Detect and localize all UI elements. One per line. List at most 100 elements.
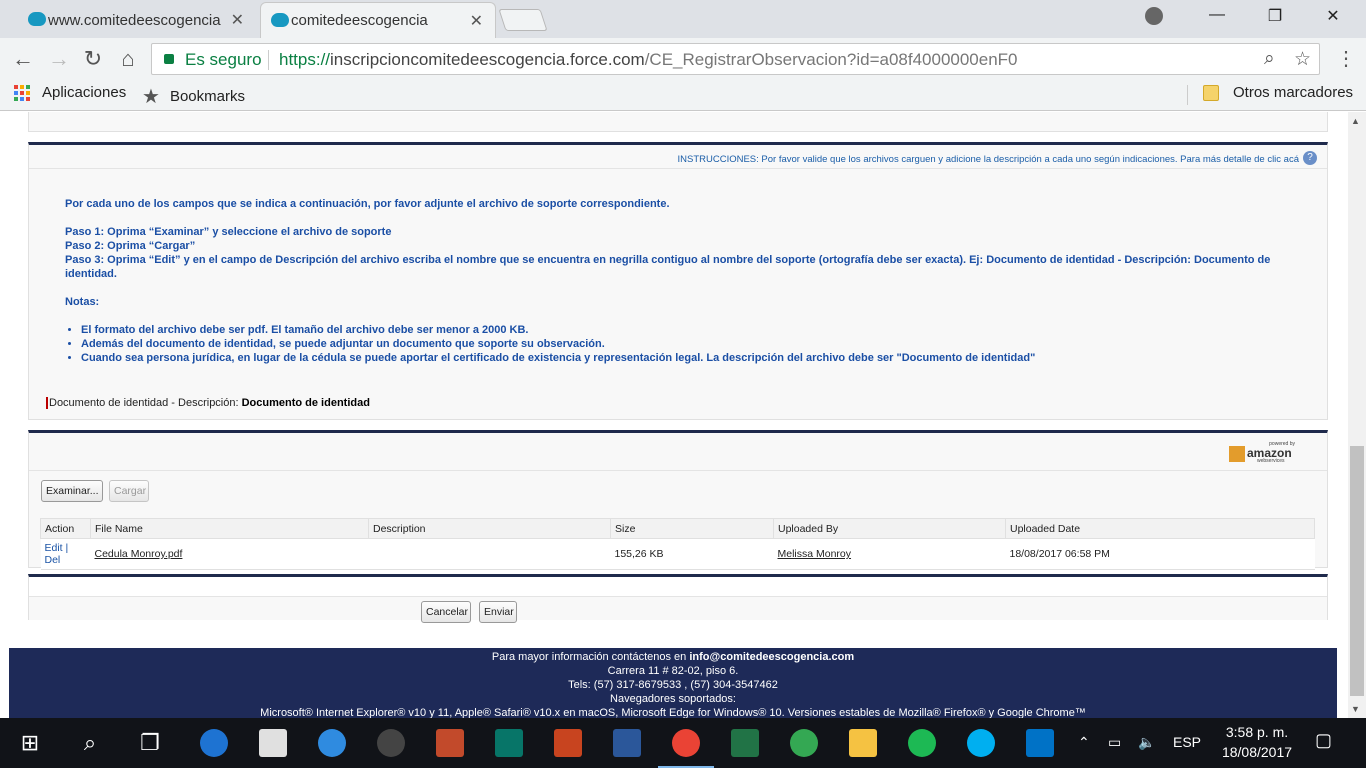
chevron-up-icon[interactable]: ⌃	[1078, 734, 1090, 751]
aws-webservices: webservices	[1257, 458, 1285, 464]
actions-panel: Cancelar Enviar	[28, 574, 1328, 623]
outlook-icon[interactable]	[1026, 729, 1054, 757]
profile-icon[interactable]	[1145, 7, 1163, 25]
language-indicator[interactable]: ESP	[1173, 734, 1201, 750]
column-header: Size	[610, 518, 774, 539]
windows-start-icon[interactable]: ⊞	[16, 729, 44, 757]
column-header: Uploaded Date	[1005, 518, 1315, 539]
bookmark-apps[interactable]: Aplicaciones	[14, 84, 126, 101]
back-icon[interactable]: ←	[10, 46, 36, 72]
skype-icon[interactable]	[967, 729, 995, 757]
bookmarks-bar: Aplicaciones ★ Bookmarks Otros marcadore…	[0, 80, 1366, 111]
notes-list: El formato del archivo debe ser pdf. El …	[81, 323, 1285, 365]
edit-link[interactable]: Edit	[45, 542, 63, 554]
document-label-prefix: Documento de identidad - Descripción:	[49, 397, 242, 409]
forward-icon[interactable]: →	[46, 46, 72, 72]
menu-icon[interactable]: ⋮	[1336, 46, 1356, 71]
tab-comitedeescogencia[interactable]: comitedeescogencia ✕	[260, 2, 496, 38]
aws-logo: powered by amazon webservices	[1229, 441, 1295, 465]
upload-button[interactable]: Cargar	[109, 480, 149, 502]
url-host: inscripcioncomitedeescogencia.force.com	[330, 50, 645, 69]
bookmark-bookmarks[interactable]: ★ Bookmarks	[142, 84, 245, 109]
edge-icon[interactable]	[200, 729, 228, 757]
network-icon[interactable]: ▭	[1108, 734, 1121, 751]
reload-icon[interactable]: ↻	[80, 46, 106, 72]
instructions-body: Por cada uno de los campos que se indica…	[65, 197, 1285, 365]
scroll-up-icon[interactable]: ▲	[1351, 116, 1360, 126]
paint-app-icon[interactable]	[436, 729, 464, 757]
table-header-row: Action File Name Description Size Upload…	[40, 518, 1315, 539]
home-icon[interactable]: ⌂	[115, 46, 141, 72]
volume-icon[interactable]: 🔈	[1138, 734, 1155, 751]
instructions-panel: INSTRUCCIONES: Por favor valide que los …	[28, 142, 1328, 420]
upload-panel: powered by amazon webservices Examinar..…	[28, 430, 1328, 570]
bookmark-label: Bookmarks	[169, 88, 245, 105]
close-icon[interactable]: ✕	[231, 10, 244, 30]
powerpoint-icon[interactable]	[554, 729, 582, 757]
help-icon[interactable]: ?	[1303, 151, 1317, 165]
uploaded-date: 18/08/2017 06:58 PM	[1005, 538, 1315, 570]
note-item: Cuando sea persona jurídica, en lugar de…	[81, 351, 1285, 365]
minimize-icon[interactable]: —	[1202, 6, 1232, 24]
footer-address: Carrera 11 # 82-02, piso 6.	[607, 665, 739, 677]
salesforce-cloud-icon	[271, 13, 289, 27]
top-panel-remnant	[28, 112, 1328, 132]
footer-email[interactable]: info@comitedeescogencia.com	[689, 651, 854, 663]
instructions-intro: Por cada uno de los campos que se indica…	[65, 198, 670, 210]
url-path: /CE_RegistrarObservacion?id=a08f4000000e…	[644, 50, 1018, 69]
instructions-header: INSTRUCCIONES: Por favor valide que los …	[29, 145, 1327, 169]
media-app-icon[interactable]	[377, 729, 405, 757]
spotify-icon[interactable]	[908, 729, 936, 757]
star-icon[interactable]: ☆	[1294, 48, 1311, 71]
action-separator: |	[62, 542, 69, 554]
column-header: File Name	[90, 518, 369, 539]
word-icon[interactable]	[613, 729, 641, 757]
window-close-icon[interactable]: ✕	[1318, 6, 1348, 26]
notifications-icon[interactable]: ▢	[1315, 730, 1332, 751]
task-view-icon[interactable]: ❐	[136, 729, 164, 757]
file-explorer-icon[interactable]	[849, 729, 877, 757]
url-text[interactable]: https://inscripcioncomitedeescogencia.fo…	[279, 50, 1018, 70]
tab-comitedeescogencia-www[interactable]: www.comitedeescogencia ✕	[18, 2, 256, 38]
browser-toolbar: ← → ↻ ⌂ Es seguro https://inscripcioncom…	[0, 38, 1366, 80]
project-icon[interactable]	[495, 729, 523, 757]
step-2: Paso 2: Oprima “Cargar”	[65, 240, 196, 252]
file-name-link[interactable]: Cedula Monroy.pdf	[95, 548, 183, 560]
bookmark-others[interactable]: Otros marcadores	[1203, 84, 1353, 101]
new-tab-button[interactable]	[498, 9, 548, 31]
store-icon[interactable]	[259, 729, 287, 757]
close-icon[interactable]: ✕	[470, 11, 483, 31]
file-description	[368, 538, 611, 570]
notes-title: Notas:	[65, 296, 100, 308]
tab-strip: www.comitedeescogencia ✕ comitedeescogen…	[0, 0, 1366, 38]
cancel-button[interactable]: Cancelar	[421, 601, 471, 623]
step-1: Paso 1: Oprima “Examinar” y seleccione e…	[65, 226, 392, 238]
windows-taskbar: ⊞ ⌕ ❐ ⌃ ▭ 🔈 ESP 3:58 p. m. 18/08/2017 ▢	[0, 718, 1366, 768]
clock[interactable]: 3:58 p. m. 18/08/2017	[1212, 722, 1302, 762]
aws-cube-icon	[1229, 446, 1245, 462]
uploaded-by-link[interactable]: Melissa Monroy	[778, 548, 852, 560]
delete-link[interactable]: Del	[45, 554, 61, 566]
send-button[interactable]: Enviar	[479, 601, 517, 623]
browse-button[interactable]: Examinar...	[41, 480, 103, 502]
note-item: El formato del archivo debe ser pdf. El …	[81, 323, 1285, 337]
column-header: Uploaded By	[773, 518, 1006, 539]
tab-title: comitedeescogencia	[291, 12, 428, 29]
divider	[1187, 85, 1188, 105]
scrollbar-thumb[interactable]	[1350, 446, 1364, 696]
zoom-icon[interactable]: ⌕	[1264, 48, 1275, 70]
scroll-down-icon[interactable]: ▼	[1351, 704, 1360, 714]
internet-explorer-icon[interactable]	[318, 729, 346, 757]
page-viewport: INSTRUCCIONES: Por favor valide que los …	[0, 112, 1348, 718]
restore-icon[interactable]: ❐	[1260, 6, 1290, 26]
actions-bar	[29, 596, 1327, 620]
footer-browsers: Microsoft® Internet Explorer® v10 y 11, …	[260, 707, 1086, 718]
address-bar[interactable]: Es seguro https://inscripcioncomitedeesc…	[151, 43, 1320, 75]
secure-label: Es seguro	[185, 50, 262, 69]
excel-icon[interactable]	[731, 729, 759, 757]
search-icon[interactable]: ⌕	[76, 729, 104, 757]
chrome-icon[interactable]	[672, 729, 700, 757]
chrome-icon[interactable]	[790, 729, 818, 757]
bookmark-label: Aplicaciones	[42, 84, 127, 101]
page-footer: Para mayor información contáctenos en in…	[9, 648, 1337, 718]
